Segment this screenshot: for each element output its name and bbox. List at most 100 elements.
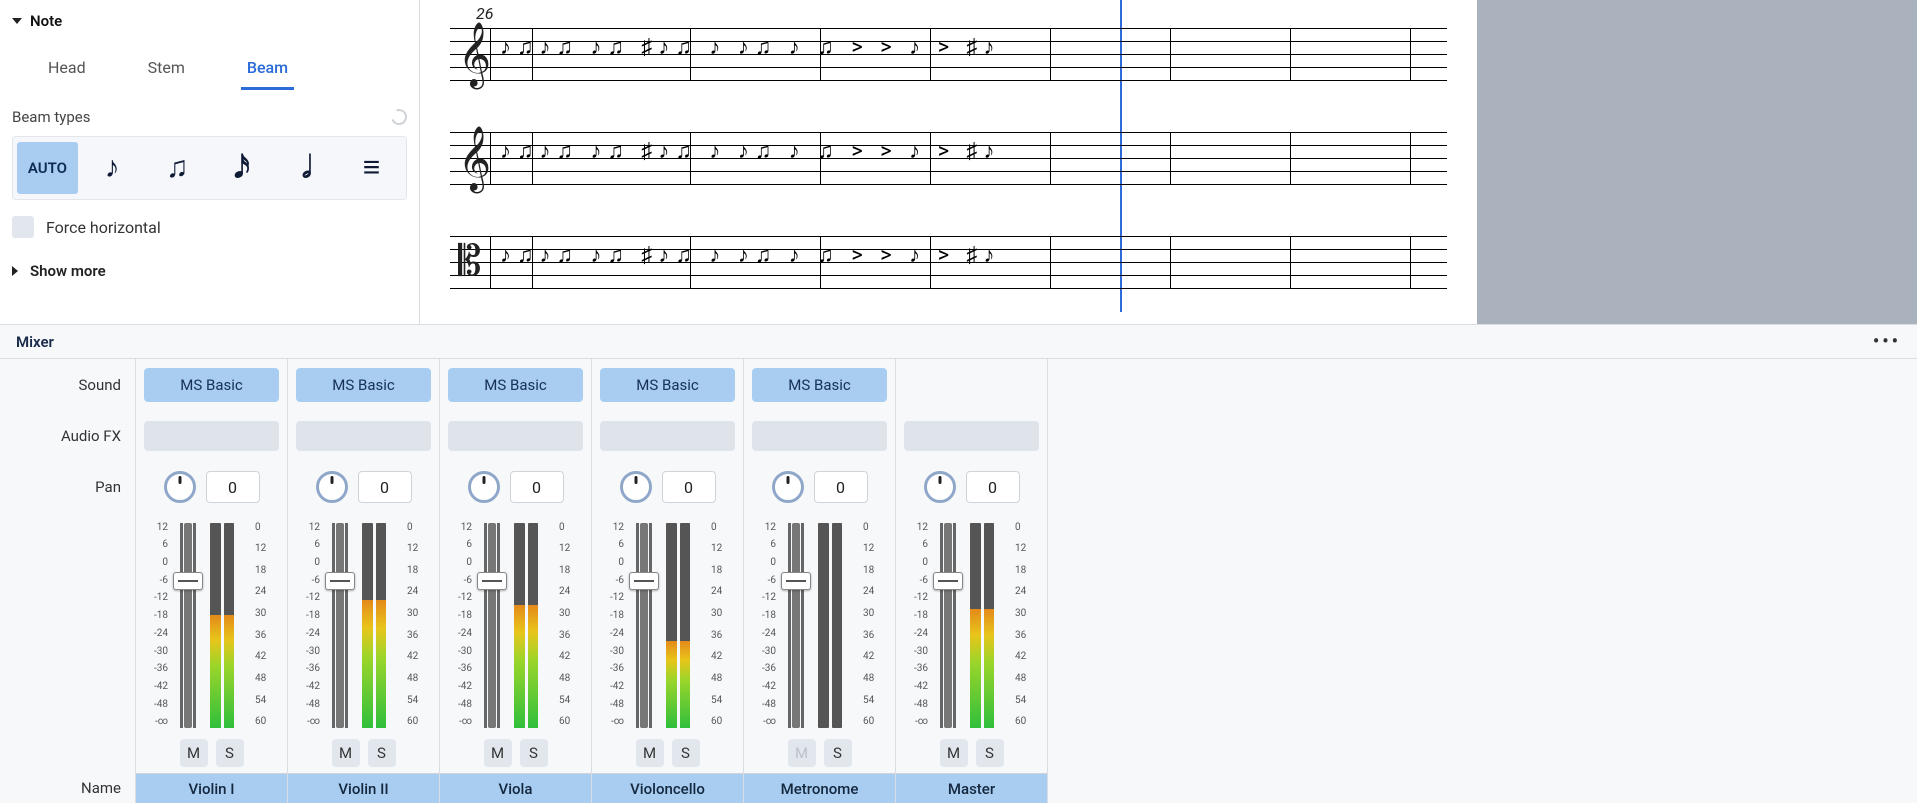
score-scroll-gutter[interactable] (1477, 0, 1917, 324)
pan-knob[interactable] (924, 471, 956, 503)
level-meter (666, 523, 690, 728)
note-icon: 𝅗𝅥 (302, 153, 312, 183)
fader-handle[interactable] (325, 572, 355, 590)
solo-button[interactable]: S (216, 739, 244, 767)
staff[interactable]: 𝄞♪♫♪♫ ♪♫ ♯♪♫ ♪ ♪♫ ♪ ♫ > > ♪ > ♯♪ (450, 132, 1447, 184)
mixer-channel-viola: MS Basic01260-6-12-18-24-30-36-42-48-∞01… (440, 359, 592, 803)
audio-fx-slot[interactable] (144, 421, 279, 451)
channel-name[interactable]: Master (896, 773, 1047, 803)
scale-tick: 12 (559, 544, 585, 554)
mixer-channel-violin1: MS Basic01260-6-12-18-24-30-36-42-48-∞01… (136, 359, 288, 803)
pan-value-input[interactable]: 0 (510, 471, 564, 503)
channel-name[interactable]: Viola (440, 773, 591, 803)
scale-tick: 6 (446, 540, 472, 550)
pan-value-input[interactable]: 0 (814, 471, 868, 503)
scale-tick: 0 (1015, 523, 1041, 533)
solo-button[interactable]: S (824, 739, 852, 767)
sound-select[interactable]: MS Basic (448, 368, 583, 402)
scale-tick: 12 (1015, 544, 1041, 554)
mute-button[interactable]: M (332, 739, 360, 767)
force-horizontal-checkbox[interactable] (12, 216, 34, 238)
scale-tick: -48 (294, 700, 320, 710)
show-more-label: Show more (30, 262, 106, 280)
pan-knob[interactable] (772, 471, 804, 503)
pan-value-input[interactable]: 0 (358, 471, 412, 503)
solo-button[interactable]: S (976, 739, 1004, 767)
scale-tick: -∞ (142, 717, 168, 727)
channel-name[interactable]: Violoncello (592, 773, 743, 803)
pan-value-input[interactable]: 0 (206, 471, 260, 503)
tab-head[interactable]: Head (42, 50, 92, 90)
pan-value-input[interactable]: 0 (966, 471, 1020, 503)
pan-knob[interactable] (316, 471, 348, 503)
reset-icon[interactable] (388, 106, 409, 127)
show-more-toggle[interactable]: Show more (12, 248, 407, 280)
tab-stem[interactable]: Stem (142, 50, 191, 90)
fader-handle[interactable] (933, 572, 963, 590)
solo-button[interactable]: S (368, 739, 396, 767)
fader-track[interactable] (336, 523, 344, 728)
fader-handle[interactable] (173, 572, 203, 590)
scale-tick: -18 (902, 611, 928, 621)
mixer-menu-icon[interactable]: ••• (1873, 331, 1901, 352)
fader-track[interactable] (640, 523, 648, 728)
audio-fx-slot[interactable] (448, 421, 583, 451)
fader-handle[interactable] (781, 572, 811, 590)
audio-fx-slot[interactable] (296, 421, 431, 451)
beam-type-auto[interactable]: AUTO (17, 142, 78, 194)
chevron-down-icon (12, 18, 22, 24)
scale-tick: -18 (598, 611, 624, 621)
sound-select[interactable]: MS Basic (600, 368, 735, 402)
fader-track[interactable] (944, 523, 952, 728)
mixer-row-labels: Sound Audio FX Pan Name (0, 359, 136, 803)
mute-button[interactable]: M (484, 739, 512, 767)
beam-type-2[interactable]: ♫ (147, 142, 208, 194)
sound-select[interactable]: MS Basic (144, 368, 279, 402)
scale-tick: -24 (142, 629, 168, 639)
scale-tick: 60 (863, 717, 889, 727)
solo-button[interactable]: S (520, 739, 548, 767)
scale-tick: -48 (446, 700, 472, 710)
audio-fx-slot[interactable] (600, 421, 735, 451)
scale-tick: 0 (446, 558, 472, 568)
audio-fx-slot[interactable] (752, 421, 887, 451)
score-canvas[interactable]: 26 𝄞♪♫♪♫ ♪♫ ♯♪♫ ♪ ♪♫ ♪ ♫ > > ♪ > ♯♪𝄞♪♫♪♫… (420, 0, 1477, 324)
channel-name[interactable]: Metronome (744, 773, 895, 803)
beam-type-5[interactable]: ≡ (341, 142, 402, 194)
scale-tick: 24 (1015, 587, 1041, 597)
mute-button[interactable]: M (180, 739, 208, 767)
mute-button[interactable]: M (940, 739, 968, 767)
note-section-header[interactable]: Note (12, 8, 407, 34)
beam-type-1[interactable]: ♪ (82, 142, 143, 194)
fader-track[interactable] (488, 523, 496, 728)
staff[interactable]: 𝄡♪♫♪♫ ♪♫ ♯♪♫ ♪ ♪♫ ♪ ♫ > > ♪ > ♯♪ (450, 236, 1447, 288)
solo-button[interactable]: S (672, 739, 700, 767)
sound-select[interactable]: MS Basic (296, 368, 431, 402)
scale-tick: 12 (294, 523, 320, 533)
fader-track[interactable] (184, 523, 192, 728)
scale-tick: 42 (255, 652, 281, 662)
pan-knob[interactable] (164, 471, 196, 503)
scale-tick: -48 (750, 700, 776, 710)
fader-handle[interactable] (629, 572, 659, 590)
pan-value-input[interactable]: 0 (662, 471, 716, 503)
scale-tick: -∞ (902, 717, 928, 727)
beam-type-3[interactable]: 𝅘𝅥𝅯 (211, 142, 272, 194)
fader-handle[interactable] (477, 572, 507, 590)
mixer-channel-metronome: MS Basic01260-6-12-18-24-30-36-42-48-∞01… (744, 359, 896, 803)
audio-fx-slot[interactable] (904, 421, 1039, 451)
pan-knob[interactable] (468, 471, 500, 503)
mute-button[interactable]: M (788, 739, 816, 767)
pan-knob[interactable] (620, 471, 652, 503)
staff[interactable]: 𝄞♪♫♪♫ ♪♫ ♯♪♫ ♪ ♪♫ ♪ ♫ > > ♪ > ♯♪ (450, 28, 1447, 80)
scale-tick: 24 (711, 587, 737, 597)
fader-track[interactable] (792, 523, 800, 728)
tab-beam[interactable]: Beam (241, 50, 294, 90)
sound-select[interactable]: MS Basic (752, 368, 887, 402)
channel-name[interactable]: Violin I (136, 773, 287, 803)
mixer-channel-master: 01260-6-12-18-24-30-36-42-48-∞0121824303… (896, 359, 1048, 803)
channel-name[interactable]: Violin II (288, 773, 439, 803)
mute-button[interactable]: M (636, 739, 664, 767)
scale-tick: -30 (750, 647, 776, 657)
beam-type-4[interactable]: 𝅗𝅥 (276, 142, 337, 194)
